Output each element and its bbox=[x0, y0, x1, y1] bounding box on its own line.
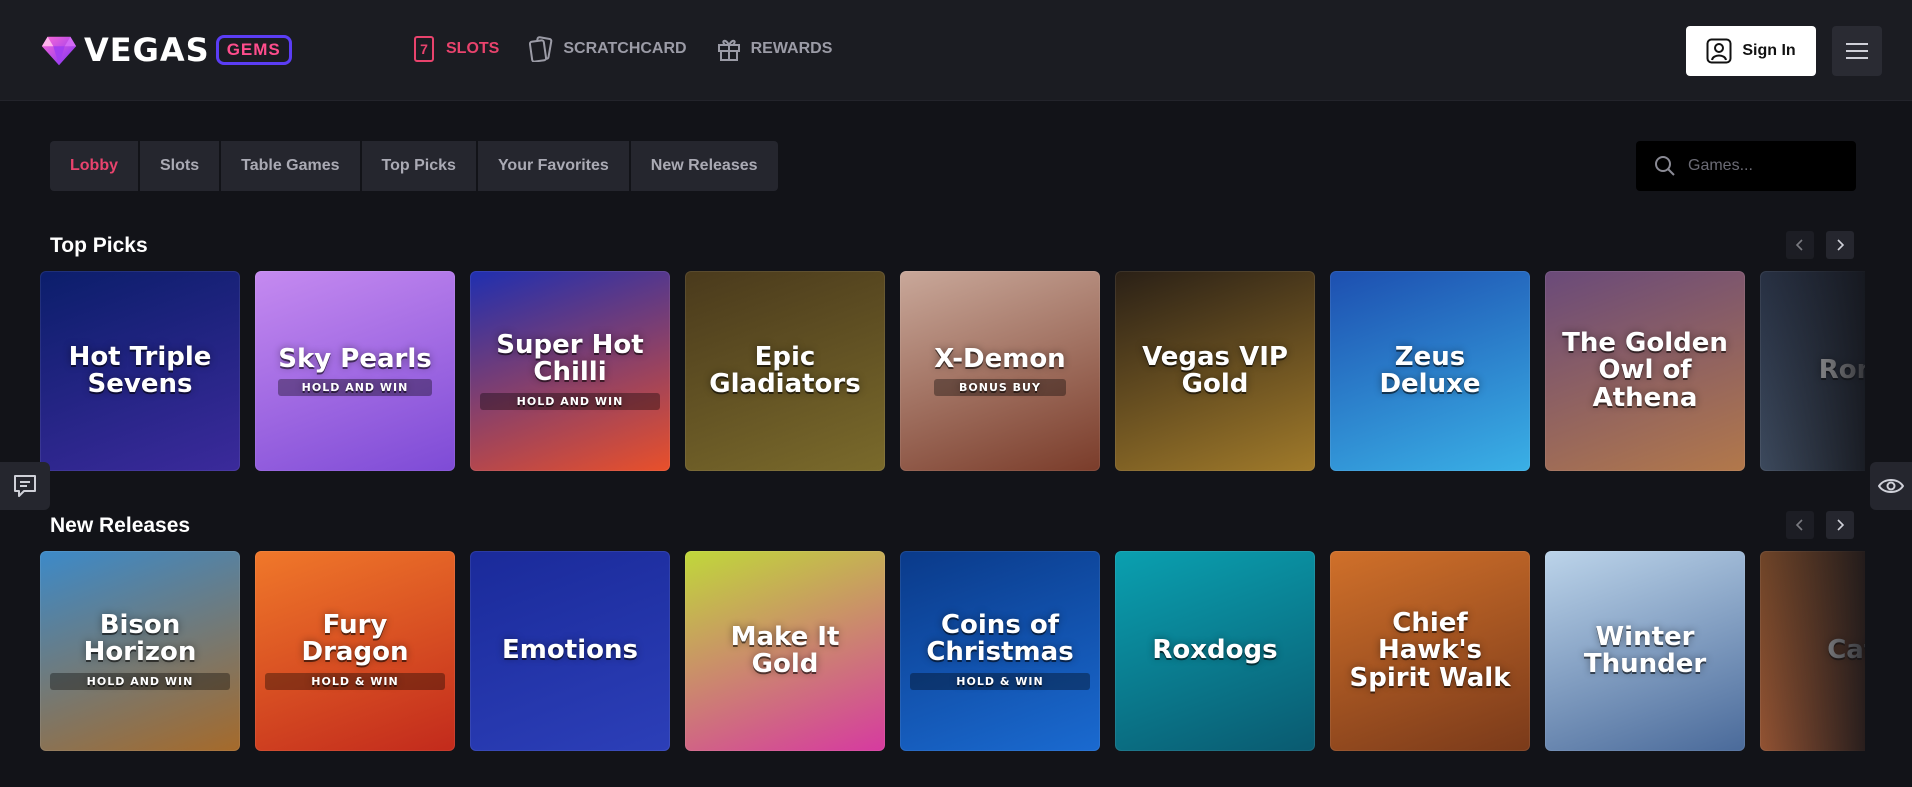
tab-your-favorites[interactable]: Your Favorites bbox=[477, 141, 629, 191]
game-title: Hot Triple Sevens bbox=[68, 341, 212, 399]
game-title: Super Hot Chilli HOLD AND WIN bbox=[470, 331, 670, 411]
game-card[interactable]: Sky Pearls HOLD AND WIN bbox=[255, 271, 455, 471]
game-subtitle: HOLD AND WIN bbox=[278, 378, 432, 397]
svg-text:7: 7 bbox=[420, 41, 428, 57]
visibility-toggle-button[interactable] bbox=[1870, 462, 1912, 510]
game-card[interactable]: Coins of Christmas HOLD & WIN bbox=[900, 551, 1100, 751]
search-icon bbox=[1655, 156, 1675, 176]
game-subtitle: HOLD AND WIN bbox=[50, 672, 230, 691]
chevron-right-icon bbox=[1837, 239, 1845, 251]
nav-slots[interactable]: 7 SLOTS bbox=[412, 36, 499, 62]
game-title: Sky Pearls HOLD AND WIN bbox=[268, 345, 441, 397]
top-picks-row: Hot Triple Sevens Sky Pearls HOLD AND WIN S… bbox=[40, 271, 1865, 471]
hamburger-icon bbox=[1846, 43, 1868, 59]
game-card[interactable]: Roma bbox=[1760, 271, 1865, 471]
gift-icon bbox=[717, 36, 741, 62]
game-card[interactable]: Chief Hawk's Spirit Walk bbox=[1330, 551, 1530, 751]
game-title: Vegas VIP Gold bbox=[1142, 341, 1288, 399]
top-picks-prev-button[interactable] bbox=[1786, 231, 1814, 259]
chat-icon bbox=[14, 475, 36, 497]
game-subtitle: HOLD & WIN bbox=[265, 672, 445, 691]
top-header: VEGAS GEMS 7 SLOTS SCRATCHCARD REWARDS S… bbox=[0, 0, 1912, 101]
new-releases-next-button[interactable] bbox=[1826, 511, 1854, 539]
game-title: Epic Gladiators bbox=[709, 341, 861, 399]
game-title: Cafe bbox=[1827, 635, 1865, 666]
category-tabs: Lobby Slots Table Games Top Picks Your F… bbox=[50, 141, 778, 191]
sign-in-button[interactable]: Sign In bbox=[1686, 26, 1816, 76]
new-releases-title: New Releases bbox=[50, 514, 191, 537]
nav-rewards[interactable]: REWARDS bbox=[717, 36, 833, 62]
game-search bbox=[1636, 141, 1856, 191]
game-title: Chief Hawk's Spirit Walk bbox=[1349, 608, 1511, 693]
game-subtitle: BONUS BUY bbox=[934, 378, 1066, 397]
game-title: Winter Thunder bbox=[1583, 621, 1707, 679]
game-subtitle: HOLD AND WIN bbox=[480, 392, 660, 411]
scratchcard-icon bbox=[529, 36, 553, 62]
game-card[interactable]: Cafe bbox=[1760, 551, 1865, 751]
game-card[interactable]: Roxdogs bbox=[1115, 551, 1315, 751]
game-card[interactable]: Bison Horizon HOLD AND WIN bbox=[40, 551, 240, 751]
brand-badge: GEMS bbox=[215, 35, 292, 65]
game-card[interactable]: Epic Gladiators bbox=[685, 271, 885, 471]
game-card[interactable]: Super Hot Chilli HOLD AND WIN bbox=[470, 271, 670, 471]
game-card[interactable]: Vegas VIP Gold bbox=[1115, 271, 1315, 471]
top-picks-title: Top Picks bbox=[50, 234, 148, 257]
main-nav: 7 SLOTS SCRATCHCARD REWARDS bbox=[412, 36, 832, 62]
sign-in-label: Sign In bbox=[1742, 42, 1796, 59]
gem-icon bbox=[41, 36, 77, 66]
game-title: Coins of Christmas HOLD & WIN bbox=[900, 611, 1100, 691]
chevron-left-icon bbox=[1795, 519, 1803, 531]
nav-scratchcard[interactable]: SCRATCHCARD bbox=[529, 36, 687, 62]
game-card[interactable]: The Golden Owl of Athena bbox=[1545, 271, 1745, 471]
game-title: Roma bbox=[1818, 355, 1865, 386]
eye-icon bbox=[1878, 479, 1904, 493]
game-card[interactable]: Zeus Deluxe bbox=[1330, 271, 1530, 471]
tab-new-releases[interactable]: New Releases bbox=[630, 141, 778, 191]
nav-rewards-label: REWARDS bbox=[750, 40, 833, 57]
new-releases-row: Bison Horizon HOLD AND WIN Fury Dragon HOLD… bbox=[40, 551, 1865, 751]
brand-logo[interactable]: VEGAS GEMS bbox=[40, 30, 292, 70]
game-card[interactable]: Emotions bbox=[470, 551, 670, 751]
new-releases-arrows bbox=[1786, 511, 1854, 539]
game-subtitle: HOLD & WIN bbox=[910, 672, 1090, 691]
slot-seven-icon: 7 bbox=[412, 36, 436, 62]
search-input[interactable] bbox=[1688, 157, 1838, 175]
top-picks-next-button[interactable] bbox=[1826, 231, 1854, 259]
brand-name: VEGAS bbox=[84, 31, 210, 69]
new-releases-prev-button[interactable] bbox=[1786, 511, 1814, 539]
nav-slots-label: SLOTS bbox=[446, 40, 500, 57]
user-icon bbox=[1706, 38, 1732, 64]
game-card[interactable]: X-Demon BONUS BUY bbox=[900, 271, 1100, 471]
game-title: Roxdogs bbox=[1152, 635, 1278, 666]
game-title: X-Demon BONUS BUY bbox=[924, 345, 1075, 397]
tab-lobby[interactable]: Lobby bbox=[50, 141, 138, 191]
game-title: Zeus Deluxe bbox=[1379, 341, 1481, 399]
game-title: Bison Horizon HOLD AND WIN bbox=[40, 611, 240, 691]
game-card[interactable]: Winter Thunder bbox=[1545, 551, 1745, 751]
tab-top-picks[interactable]: Top Picks bbox=[361, 141, 476, 191]
chevron-left-icon bbox=[1795, 239, 1803, 251]
game-card[interactable]: Make It Gold bbox=[685, 551, 885, 751]
game-title: Fury Dragon HOLD & WIN bbox=[255, 611, 455, 691]
game-title: Make It Gold bbox=[730, 621, 840, 679]
game-title: Emotions bbox=[502, 635, 638, 666]
game-card[interactable]: Fury Dragon HOLD & WIN bbox=[255, 551, 455, 751]
top-picks-arrows bbox=[1786, 231, 1854, 259]
tab-slots[interactable]: Slots bbox=[140, 141, 220, 191]
game-card[interactable]: Hot Triple Sevens bbox=[40, 271, 240, 471]
nav-scratchcard-label: SCRATCHCARD bbox=[563, 40, 687, 57]
tab-table-games[interactable]: Table Games bbox=[221, 141, 360, 191]
game-title: The Golden Owl of Athena bbox=[1562, 328, 1728, 413]
hamburger-menu-button[interactable] bbox=[1832, 26, 1882, 76]
chevron-right-icon bbox=[1837, 519, 1845, 531]
chat-button[interactable] bbox=[0, 462, 50, 510]
